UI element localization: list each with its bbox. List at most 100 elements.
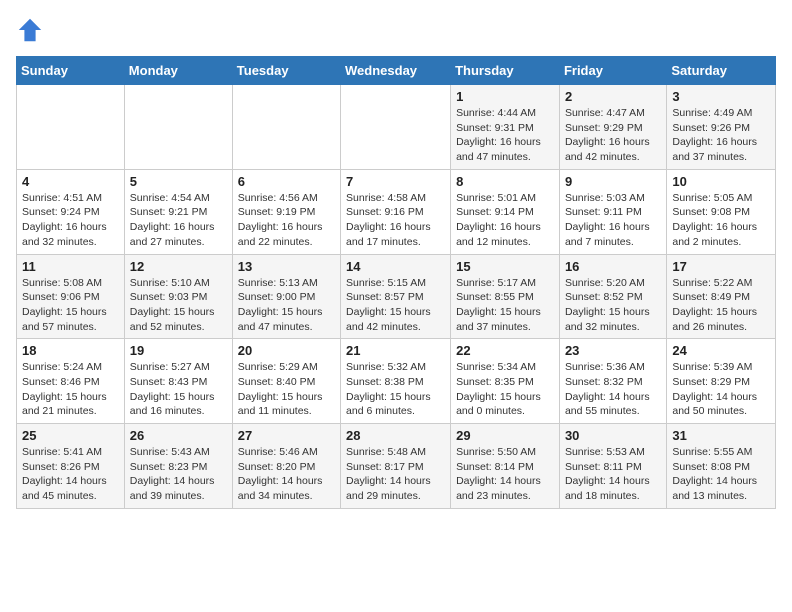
calendar-cell: 14 Sunrise: 5:15 AM Sunset: 8:57 PM Dayli…	[341, 254, 451, 339]
day-number: 11	[22, 259, 119, 274]
calendar-header-sunday: Sunday	[17, 57, 125, 85]
day-info: Sunrise: 5:36 AM Sunset: 8:32 PM Dayligh…	[565, 360, 661, 419]
day-info: Sunrise: 4:51 AM Sunset: 9:24 PM Dayligh…	[22, 191, 119, 250]
day-number: 12	[130, 259, 227, 274]
day-info: Sunrise: 5:22 AM Sunset: 8:49 PM Dayligh…	[672, 276, 770, 335]
day-number: 5	[130, 174, 227, 189]
calendar-cell: 21 Sunrise: 5:32 AM Sunset: 8:38 PM Dayli…	[341, 339, 451, 424]
day-number: 31	[672, 428, 770, 443]
day-info: Sunrise: 5:15 AM Sunset: 8:57 PM Dayligh…	[346, 276, 445, 335]
calendar-cell: 28 Sunrise: 5:48 AM Sunset: 8:17 PM Dayli…	[341, 424, 451, 509]
calendar-cell: 19 Sunrise: 5:27 AM Sunset: 8:43 PM Dayli…	[124, 339, 232, 424]
calendar-cell: 11 Sunrise: 5:08 AM Sunset: 9:06 PM Dayli…	[17, 254, 125, 339]
calendar: SundayMondayTuesdayWednesdayThursdayFrid…	[16, 56, 776, 509]
calendar-cell	[124, 85, 232, 170]
day-info: Sunrise: 5:48 AM Sunset: 8:17 PM Dayligh…	[346, 445, 445, 504]
day-info: Sunrise: 5:39 AM Sunset: 8:29 PM Dayligh…	[672, 360, 770, 419]
day-info: Sunrise: 5:53 AM Sunset: 8:11 PM Dayligh…	[565, 445, 661, 504]
logo-icon	[16, 16, 44, 44]
day-number: 17	[672, 259, 770, 274]
calendar-cell: 23 Sunrise: 5:36 AM Sunset: 8:32 PM Dayli…	[559, 339, 666, 424]
calendar-week-row: 11 Sunrise: 5:08 AM Sunset: 9:06 PM Dayli…	[17, 254, 776, 339]
calendar-week-row: 4 Sunrise: 4:51 AM Sunset: 9:24 PM Daylig…	[17, 169, 776, 254]
calendar-cell: 16 Sunrise: 5:20 AM Sunset: 8:52 PM Dayli…	[559, 254, 666, 339]
day-number: 18	[22, 343, 119, 358]
calendar-cell: 4 Sunrise: 4:51 AM Sunset: 9:24 PM Daylig…	[17, 169, 125, 254]
calendar-header-monday: Monday	[124, 57, 232, 85]
calendar-header-friday: Friday	[559, 57, 666, 85]
day-number: 16	[565, 259, 661, 274]
day-number: 25	[22, 428, 119, 443]
calendar-header-thursday: Thursday	[451, 57, 560, 85]
calendar-header-wednesday: Wednesday	[341, 57, 451, 85]
calendar-cell: 6 Sunrise: 4:56 AM Sunset: 9:19 PM Daylig…	[232, 169, 340, 254]
day-info: Sunrise: 4:54 AM Sunset: 9:21 PM Dayligh…	[130, 191, 227, 250]
day-info: Sunrise: 5:20 AM Sunset: 8:52 PM Dayligh…	[565, 276, 661, 335]
day-number: 21	[346, 343, 445, 358]
day-number: 15	[456, 259, 554, 274]
day-info: Sunrise: 5:34 AM Sunset: 8:35 PM Dayligh…	[456, 360, 554, 419]
calendar-cell: 26 Sunrise: 5:43 AM Sunset: 8:23 PM Dayli…	[124, 424, 232, 509]
day-info: Sunrise: 5:17 AM Sunset: 8:55 PM Dayligh…	[456, 276, 554, 335]
day-number: 28	[346, 428, 445, 443]
day-number: 1	[456, 89, 554, 104]
calendar-cell: 12 Sunrise: 5:10 AM Sunset: 9:03 PM Dayli…	[124, 254, 232, 339]
day-info: Sunrise: 4:44 AM Sunset: 9:31 PM Dayligh…	[456, 106, 554, 165]
calendar-cell: 9 Sunrise: 5:03 AM Sunset: 9:11 PM Daylig…	[559, 169, 666, 254]
day-info: Sunrise: 5:13 AM Sunset: 9:00 PM Dayligh…	[238, 276, 335, 335]
day-info: Sunrise: 5:24 AM Sunset: 8:46 PM Dayligh…	[22, 360, 119, 419]
day-info: Sunrise: 5:32 AM Sunset: 8:38 PM Dayligh…	[346, 360, 445, 419]
calendar-cell: 10Sunrise: 5:05 AM Sunset: 9:08 PM Dayli…	[667, 169, 776, 254]
day-number: 27	[238, 428, 335, 443]
day-number: 14	[346, 259, 445, 274]
day-number: 24	[672, 343, 770, 358]
calendar-header-row: SundayMondayTuesdayWednesdayThursdayFrid…	[17, 57, 776, 85]
calendar-week-row: 25Sunrise: 5:41 AM Sunset: 8:26 PM Dayli…	[17, 424, 776, 509]
day-number: 19	[130, 343, 227, 358]
day-info: Sunrise: 5:03 AM Sunset: 9:11 PM Dayligh…	[565, 191, 661, 250]
day-number: 22	[456, 343, 554, 358]
day-number: 29	[456, 428, 554, 443]
header	[16, 16, 776, 44]
day-info: Sunrise: 5:43 AM Sunset: 8:23 PM Dayligh…	[130, 445, 227, 504]
day-info: Sunrise: 5:27 AM Sunset: 8:43 PM Dayligh…	[130, 360, 227, 419]
day-info: Sunrise: 4:49 AM Sunset: 9:26 PM Dayligh…	[672, 106, 770, 165]
day-info: Sunrise: 4:47 AM Sunset: 9:29 PM Dayligh…	[565, 106, 661, 165]
day-number: 6	[238, 174, 335, 189]
calendar-cell: 17 Sunrise: 5:22 AM Sunset: 8:49 PM Dayli…	[667, 254, 776, 339]
calendar-cell: 31Sunrise: 5:55 AM Sunset: 8:08 PM Dayli…	[667, 424, 776, 509]
calendar-week-row: 18 Sunrise: 5:24 AM Sunset: 8:46 PM Dayli…	[17, 339, 776, 424]
day-number: 30	[565, 428, 661, 443]
calendar-cell: 24 Sunrise: 5:39 AM Sunset: 8:29 PM Dayli…	[667, 339, 776, 424]
calendar-cell: 8 Sunrise: 5:01 AM Sunset: 9:14 PM Daylig…	[451, 169, 560, 254]
day-info: Sunrise: 5:10 AM Sunset: 9:03 PM Dayligh…	[130, 276, 227, 335]
day-number: 4	[22, 174, 119, 189]
calendar-cell: 30 Sunrise: 5:53 AM Sunset: 8:11 PM Dayli…	[559, 424, 666, 509]
day-number: 26	[130, 428, 227, 443]
day-info: Sunrise: 5:46 AM Sunset: 8:20 PM Dayligh…	[238, 445, 335, 504]
calendar-cell: 18 Sunrise: 5:24 AM Sunset: 8:46 PM Dayli…	[17, 339, 125, 424]
calendar-header-saturday: Saturday	[667, 57, 776, 85]
day-number: 8	[456, 174, 554, 189]
day-number: 3	[672, 89, 770, 104]
calendar-cell	[232, 85, 340, 170]
calendar-cell: 2Sunrise: 4:47 AM Sunset: 9:29 PM Daylig…	[559, 85, 666, 170]
calendar-cell: 1 Sunrise: 4:44 AM Sunset: 9:31 PM Daylig…	[451, 85, 560, 170]
day-info: Sunrise: 5:01 AM Sunset: 9:14 PM Dayligh…	[456, 191, 554, 250]
calendar-cell: 25Sunrise: 5:41 AM Sunset: 8:26 PM Dayli…	[17, 424, 125, 509]
day-info: Sunrise: 4:58 AM Sunset: 9:16 PM Dayligh…	[346, 191, 445, 250]
calendar-cell: 15 Sunrise: 5:17 AM Sunset: 8:55 PM Dayli…	[451, 254, 560, 339]
day-info: Sunrise: 4:56 AM Sunset: 9:19 PM Dayligh…	[238, 191, 335, 250]
day-info: Sunrise: 5:08 AM Sunset: 9:06 PM Dayligh…	[22, 276, 119, 335]
calendar-cell: 3 Sunrise: 4:49 AM Sunset: 9:26 PM Daylig…	[667, 85, 776, 170]
calendar-cell: 7 Sunrise: 4:58 AM Sunset: 9:16 PM Daylig…	[341, 169, 451, 254]
calendar-header-tuesday: Tuesday	[232, 57, 340, 85]
day-number: 23	[565, 343, 661, 358]
calendar-cell: 29 Sunrise: 5:50 AM Sunset: 8:14 PM Dayli…	[451, 424, 560, 509]
day-info: Sunrise: 5:50 AM Sunset: 8:14 PM Dayligh…	[456, 445, 554, 504]
day-info: Sunrise: 5:29 AM Sunset: 8:40 PM Dayligh…	[238, 360, 335, 419]
day-number: 7	[346, 174, 445, 189]
day-number: 9	[565, 174, 661, 189]
calendar-cell: 5 Sunrise: 4:54 AM Sunset: 9:21 PM Daylig…	[124, 169, 232, 254]
calendar-cell: 20Sunrise: 5:29 AM Sunset: 8:40 PM Dayli…	[232, 339, 340, 424]
